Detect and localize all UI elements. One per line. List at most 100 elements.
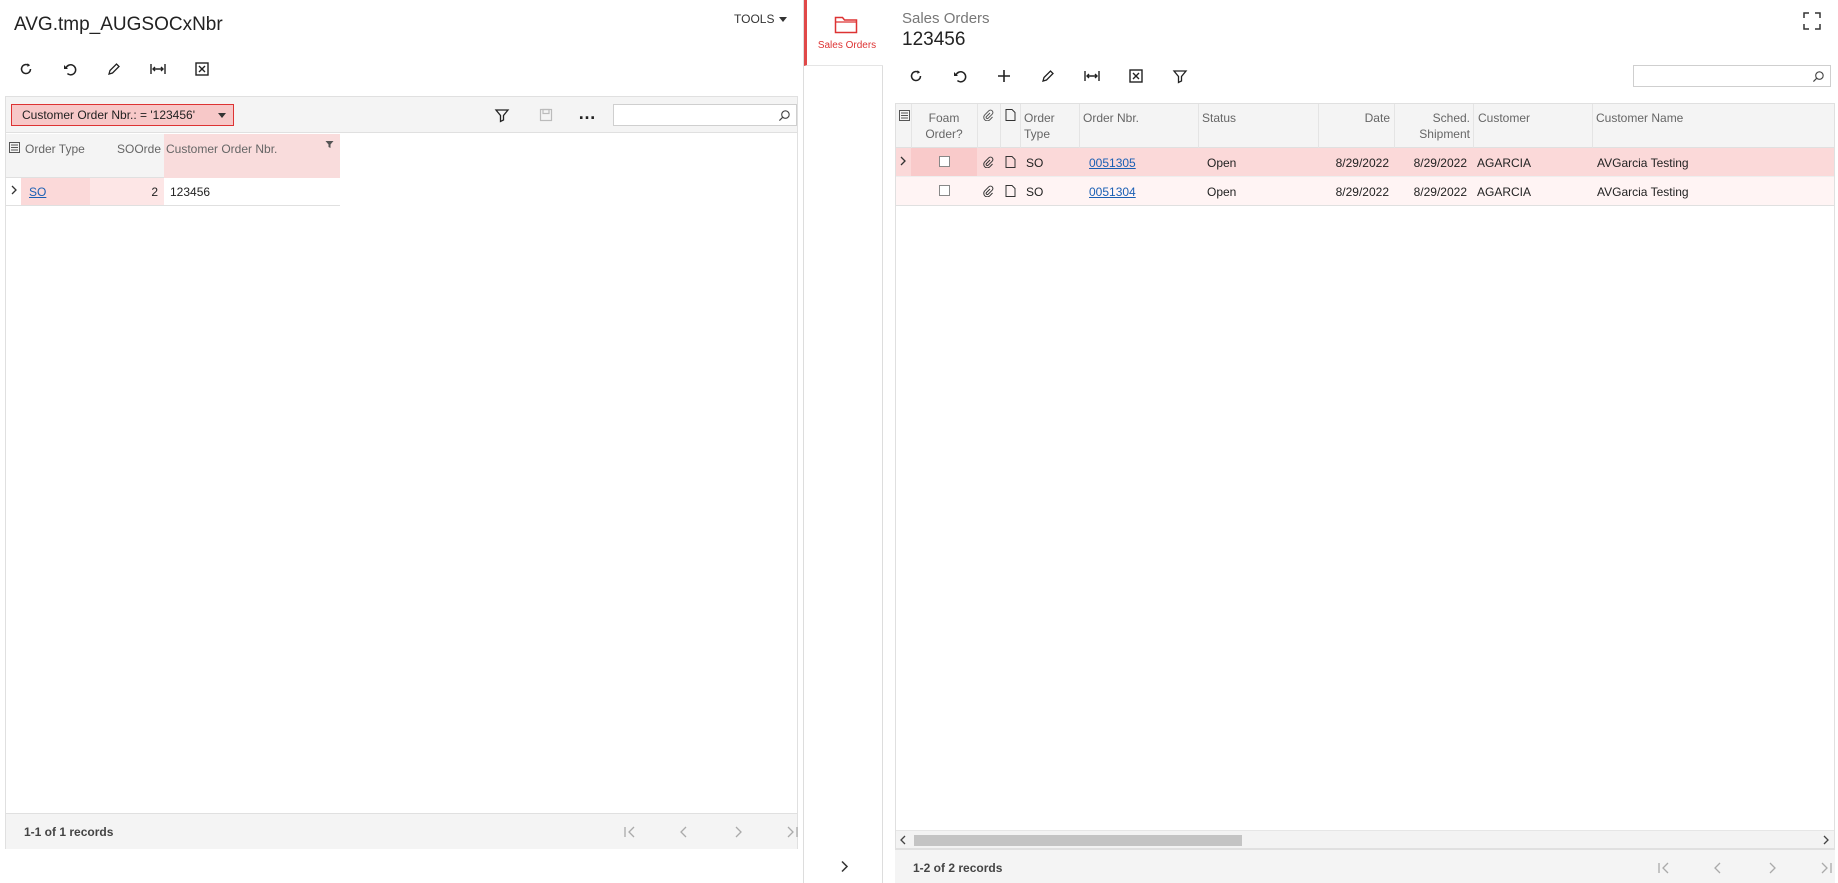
right-panel: Sales Orders 123456 Foam Order? Order Ty… — [883, 0, 1838, 883]
attachment-icon[interactable] — [982, 109, 994, 121]
fit-columns-button[interactable] — [136, 56, 180, 82]
panel-subtitle: Sales Orders — [902, 10, 990, 27]
chevron-right-icon — [841, 860, 849, 873]
plus-icon — [998, 70, 1010, 82]
filter-button[interactable] — [1158, 63, 1202, 89]
column-header-foam-order[interactable]: Foam Order? — [912, 110, 976, 142]
column-header-soorder[interactable]: SOOrde — [91, 141, 161, 157]
foam-order-checkbox[interactable] — [939, 185, 950, 196]
next-page-button[interactable] — [726, 823, 750, 841]
note-icon[interactable] — [1005, 109, 1016, 121]
table-row[interactable]: SO 2 123456 — [6, 178, 340, 206]
order-nbr-link[interactable]: 0051305 — [1089, 156, 1136, 170]
column-header-order-type[interactable]: Order Type — [25, 141, 85, 157]
column-header-date[interactable]: Date — [1322, 110, 1390, 126]
pager — [618, 823, 804, 841]
records-count: 1-1 of 1 records — [24, 825, 114, 839]
last-page-button[interactable] — [1814, 859, 1838, 877]
expand-icon — [1803, 12, 1821, 30]
fit-columns-button[interactable] — [1070, 63, 1114, 89]
chevron-down-icon — [779, 16, 788, 22]
first-page-icon — [1658, 862, 1669, 874]
chevron-right-icon[interactable] — [11, 185, 18, 195]
undo-button[interactable] — [938, 63, 982, 89]
collapse-panel-button[interactable] — [840, 860, 849, 873]
order-type-cell: SO — [1026, 185, 1044, 199]
table-row[interactable]: SO 0051305 Open 8/29/2022 8/29/2022 AGAR… — [896, 148, 1834, 177]
grid-settings-icon[interactable] — [899, 110, 910, 121]
filter-button[interactable] — [494, 107, 510, 123]
export-excel-button[interactable] — [1114, 63, 1158, 89]
left-toolbar — [4, 56, 224, 82]
tools-menu[interactable]: TOOLS — [734, 12, 788, 26]
customer-cell: AGARCIA — [1477, 185, 1532, 199]
tab-sales-orders-label: Sales Orders — [817, 40, 877, 51]
note-icon[interactable] — [1005, 185, 1016, 197]
first-page-button[interactable] — [618, 823, 642, 841]
column-header-sched-shipment[interactable]: Sched. Shipment — [1398, 110, 1470, 142]
chevron-right-icon[interactable] — [900, 156, 907, 166]
column-header-customer-order-nbr[interactable]: Customer Order Nbr. — [166, 141, 277, 157]
grid-header: Order Type SOOrde Customer Order Nbr. — [6, 134, 340, 178]
page-title: AVG.tmp_AUGSOCxNbr — [14, 14, 223, 35]
last-page-button[interactable] — [780, 823, 804, 841]
maximize-button[interactable] — [1803, 12, 1821, 30]
save-filter-button[interactable] — [538, 107, 554, 123]
filter-chip-label: Customer Order Nbr.: = '123456' — [22, 108, 195, 122]
column-header-customer[interactable]: Customer — [1478, 110, 1530, 126]
scroll-right-button[interactable] — [1823, 835, 1830, 845]
foam-order-checkbox[interactable] — [939, 156, 950, 167]
chevron-right-icon — [735, 826, 742, 838]
related-panel-strip: Sales Orders — [803, 0, 884, 883]
first-page-icon — [624, 826, 635, 838]
refresh-icon — [910, 70, 922, 82]
column-header-order-nbr[interactable]: Order Nbr. — [1083, 110, 1139, 126]
search-icon — [778, 110, 790, 122]
order-nbr-link[interactable]: 0051304 — [1089, 185, 1136, 199]
column-header-order-type[interactable]: Order Type — [1024, 110, 1080, 142]
date-cell: 8/29/2022 — [1335, 156, 1389, 170]
next-page-button[interactable] — [1760, 859, 1784, 877]
column-filter-icon[interactable] — [325, 140, 334, 149]
edit-button[interactable] — [1026, 63, 1070, 89]
table-row[interactable]: SO 0051304 Open 8/29/2022 8/29/2022 AGAR… — [896, 177, 1834, 206]
chevron-left-icon — [1714, 862, 1721, 874]
export-excel-button[interactable] — [180, 56, 224, 82]
add-button[interactable] — [982, 63, 1026, 89]
more-icon[interactable]: … — [578, 103, 597, 124]
customer-name-cell: AVGarcia Testing — [1597, 185, 1689, 199]
column-header-status[interactable]: Status — [1202, 110, 1236, 126]
customer-name-cell: AVGarcia Testing — [1597, 156, 1689, 170]
filter-chip[interactable]: Customer Order Nbr.: = '123456' — [11, 104, 234, 126]
prev-page-button[interactable] — [1706, 859, 1730, 877]
filter-icon — [494, 109, 510, 123]
order-type-link[interactable]: SO — [29, 185, 46, 199]
undo-button[interactable] — [48, 56, 92, 82]
chevron-right-icon — [1769, 862, 1776, 874]
search-input[interactable] — [613, 104, 797, 126]
scroll-left-button[interactable] — [899, 835, 906, 845]
undo-icon — [954, 71, 967, 83]
grid-settings-icon[interactable] — [9, 142, 20, 153]
tab-sales-orders[interactable]: Sales Orders — [804, 0, 884, 66]
chevron-left-icon — [900, 835, 906, 845]
search-input[interactable] — [1633, 65, 1831, 87]
first-page-button[interactable] — [1652, 859, 1676, 877]
prev-page-button[interactable] — [672, 823, 696, 841]
note-icon[interactable] — [1005, 156, 1016, 168]
attachment-icon[interactable] — [982, 156, 994, 168]
edit-button[interactable] — [92, 56, 136, 82]
chevron-right-icon — [1823, 835, 1829, 845]
column-header-customer-name[interactable]: Customer Name — [1596, 110, 1683, 126]
scroll-thumb[interactable] — [914, 835, 1242, 846]
refresh-button[interactable] — [894, 63, 938, 89]
grid-header: Foam Order? Order Type Order Nbr. Status… — [896, 104, 1834, 148]
horizontal-scrollbar[interactable] — [896, 830, 1834, 848]
left-panel: AVG.tmp_AUGSOCxNbr TOOLS Customer Order … — [0, 0, 803, 883]
order-type-cell: SO — [1026, 156, 1044, 170]
refresh-button[interactable] — [4, 56, 48, 82]
status-cell: Open — [1207, 185, 1237, 199]
panel-title: 123456 — [902, 29, 966, 50]
pencil-icon — [108, 63, 120, 75]
attachment-icon[interactable] — [982, 185, 994, 197]
